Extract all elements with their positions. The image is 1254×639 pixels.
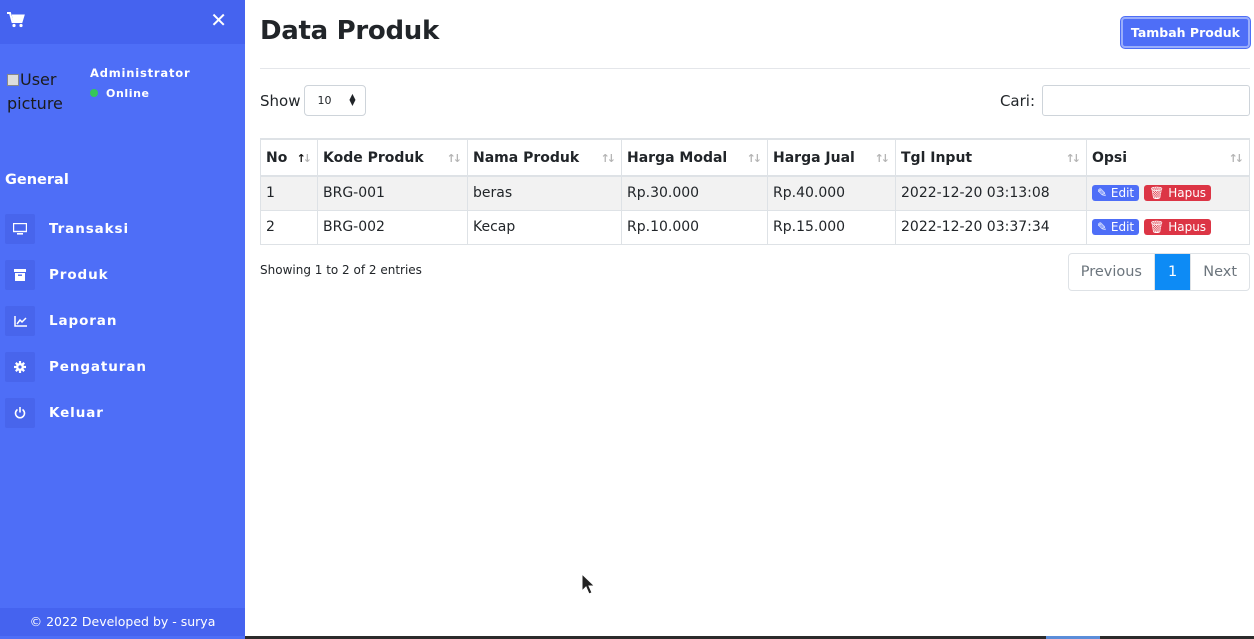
divider bbox=[260, 68, 1250, 69]
sidebar-item-laporan[interactable]: Laporan bbox=[5, 298, 147, 344]
mouse-cursor-icon bbox=[581, 573, 595, 595]
user-status: Online bbox=[90, 87, 150, 100]
column-header-label: Harga Jual bbox=[773, 149, 855, 166]
sort-icon: ↑↓ bbox=[1228, 152, 1245, 165]
previous-page-button[interactable]: Previous bbox=[1069, 254, 1155, 290]
pencil-icon: ✎ bbox=[1097, 220, 1108, 234]
table-row: 2 BRG-002 Kecap Rp.10.000 Rp.15.000 2022… bbox=[260, 210, 1250, 245]
column-header-label: Tgl Input bbox=[901, 149, 973, 166]
power-icon bbox=[5, 398, 35, 428]
column-header-modal[interactable]: Harga Modal ↑↓ bbox=[621, 138, 768, 177]
add-product-button[interactable]: Tambah Produk bbox=[1120, 17, 1250, 48]
show-label: Show bbox=[260, 91, 301, 110]
cell-modal: Rp.30.000 bbox=[621, 176, 768, 211]
shopping-cart-icon[interactable] bbox=[7, 12, 25, 28]
page-1-button[interactable]: 1 bbox=[1154, 254, 1191, 290]
table-row: 1 BRG-001 beras Rp.30.000 Rp.40.000 2022… bbox=[260, 176, 1250, 211]
sort-icon: ↑↓ bbox=[1065, 152, 1082, 165]
sort-asc-icon: ↑↓ bbox=[296, 152, 313, 165]
delete-label: Hapus bbox=[1168, 186, 1207, 201]
monitor-icon bbox=[5, 214, 35, 244]
page-size-value: 10 bbox=[317, 94, 332, 107]
column-header-label: Kode Produk bbox=[323, 149, 424, 166]
edit-button[interactable]: ✎ Edit bbox=[1092, 219, 1140, 235]
select-caret-icon: ▲ ▼ bbox=[349, 92, 356, 107]
user-name: Administrator bbox=[90, 66, 191, 80]
sort-icon: ↑↓ bbox=[874, 152, 891, 165]
pencil-icon: ✎ bbox=[1097, 186, 1108, 201]
cell-kode: BRG-001 bbox=[317, 176, 468, 211]
sidebar-item-produk[interactable]: Produk bbox=[5, 252, 147, 298]
sidebar-menu: Transaksi Produk Laporan Pengaturan Kelu… bbox=[5, 206, 147, 436]
edit-label: Edit bbox=[1110, 186, 1135, 201]
cell-nama: Kecap bbox=[467, 210, 622, 245]
trash-icon: 🗑 bbox=[1149, 186, 1165, 201]
main-content: Data Produk Tambah Produk Show 10 ▲ ▼ Car… bbox=[260, 0, 1250, 639]
sidebar-item-label: Transaksi bbox=[49, 221, 129, 237]
products-table: No ↑↓ Kode Produk ↑↓ Nama Produk ↑↓ Harga M… bbox=[260, 138, 1250, 245]
broken-image-icon bbox=[7, 74, 19, 86]
cell-tgl: 2022-12-20 03:37:34 bbox=[895, 210, 1087, 245]
page-title: Data Produk bbox=[260, 16, 440, 46]
sort-icon: ↑↓ bbox=[600, 152, 617, 165]
table-info: Showing 1 to 2 of 2 entries bbox=[260, 263, 422, 277]
gear-icon bbox=[5, 352, 35, 382]
delete-button[interactable]: 🗑 Hapus bbox=[1144, 185, 1212, 202]
cell-opsi: ✎ Edit 🗑 Hapus bbox=[1086, 210, 1250, 245]
search-control: Cari: bbox=[1000, 85, 1250, 116]
delete-button[interactable]: 🗑 Hapus bbox=[1144, 219, 1212, 235]
sidebar-item-label: Laporan bbox=[49, 313, 118, 329]
column-header-label: No bbox=[266, 149, 288, 166]
cell-opsi: ✎ Edit 🗑 Hapus bbox=[1086, 176, 1250, 211]
sort-icon: ↑↓ bbox=[746, 152, 763, 165]
delete-label: Hapus bbox=[1168, 220, 1207, 234]
sidebar-item-transaksi[interactable]: Transaksi bbox=[5, 206, 147, 252]
user-picture: User picture bbox=[7, 68, 67, 116]
column-header-opsi[interactable]: Opsi ↑↓ bbox=[1086, 138, 1250, 177]
sidebar: ✕ User picture Administrator Online Gene… bbox=[0, 0, 245, 639]
sidebar-header: ✕ bbox=[0, 0, 245, 44]
chart-icon bbox=[5, 306, 35, 336]
sidebar-item-label: Pengaturan bbox=[49, 359, 147, 375]
sidebar-item-label: Keluar bbox=[49, 405, 104, 421]
cell-nama: beras bbox=[467, 176, 622, 211]
sort-icon: ↑↓ bbox=[446, 152, 463, 165]
close-icon[interactable]: ✕ bbox=[210, 10, 227, 30]
cell-modal: Rp.10.000 bbox=[621, 210, 768, 245]
page-size-select[interactable]: 10 ▲ ▼ bbox=[304, 85, 367, 116]
page-size-control: Show 10 ▲ ▼ bbox=[260, 85, 367, 116]
column-header-kode[interactable]: Kode Produk ↑↓ bbox=[317, 138, 468, 177]
cell-tgl: 2022-12-20 03:13:08 bbox=[895, 176, 1087, 211]
column-header-tgl[interactable]: Tgl Input ↑↓ bbox=[895, 138, 1087, 177]
sidebar-item-label: Produk bbox=[49, 267, 109, 283]
cell-jual: Rp.15.000 bbox=[767, 210, 896, 245]
search-input[interactable] bbox=[1042, 85, 1250, 116]
sidebar-item-pengaturan[interactable]: Pengaturan bbox=[5, 344, 147, 390]
column-header-nama[interactable]: Nama Produk ↑↓ bbox=[467, 138, 622, 177]
trash-icon: 🗑 bbox=[1149, 220, 1165, 234]
cell-kode: BRG-002 bbox=[317, 210, 468, 245]
sidebar-footer: © 2022 Developed by - surya bbox=[0, 608, 245, 636]
search-label: Cari: bbox=[999, 91, 1035, 110]
edit-button[interactable]: ✎ Edit bbox=[1092, 185, 1140, 202]
sidebar-item-keluar[interactable]: Keluar bbox=[5, 390, 147, 436]
archive-icon bbox=[5, 260, 35, 290]
column-header-jual[interactable]: Harga Jual ↑↓ bbox=[767, 138, 896, 177]
sidebar-heading: General bbox=[5, 172, 69, 188]
user-status-label: Online bbox=[106, 87, 150, 100]
edit-label: Edit bbox=[1110, 220, 1135, 234]
next-page-button[interactable]: Next bbox=[1190, 254, 1249, 290]
online-dot-icon bbox=[90, 89, 98, 97]
column-header-label: Nama Produk bbox=[473, 149, 580, 166]
column-header-label: Harga Modal bbox=[627, 149, 728, 166]
column-header-no[interactable]: No ↑↓ bbox=[260, 138, 318, 177]
column-header-label: Opsi bbox=[1092, 149, 1128, 166]
pagination: Previous 1 Next bbox=[1067, 253, 1250, 291]
cell-no: 1 bbox=[260, 176, 318, 211]
cell-no: 2 bbox=[260, 210, 318, 245]
user-panel: User picture Administrator Online bbox=[7, 64, 237, 124]
cell-jual: Rp.40.000 bbox=[767, 176, 896, 211]
